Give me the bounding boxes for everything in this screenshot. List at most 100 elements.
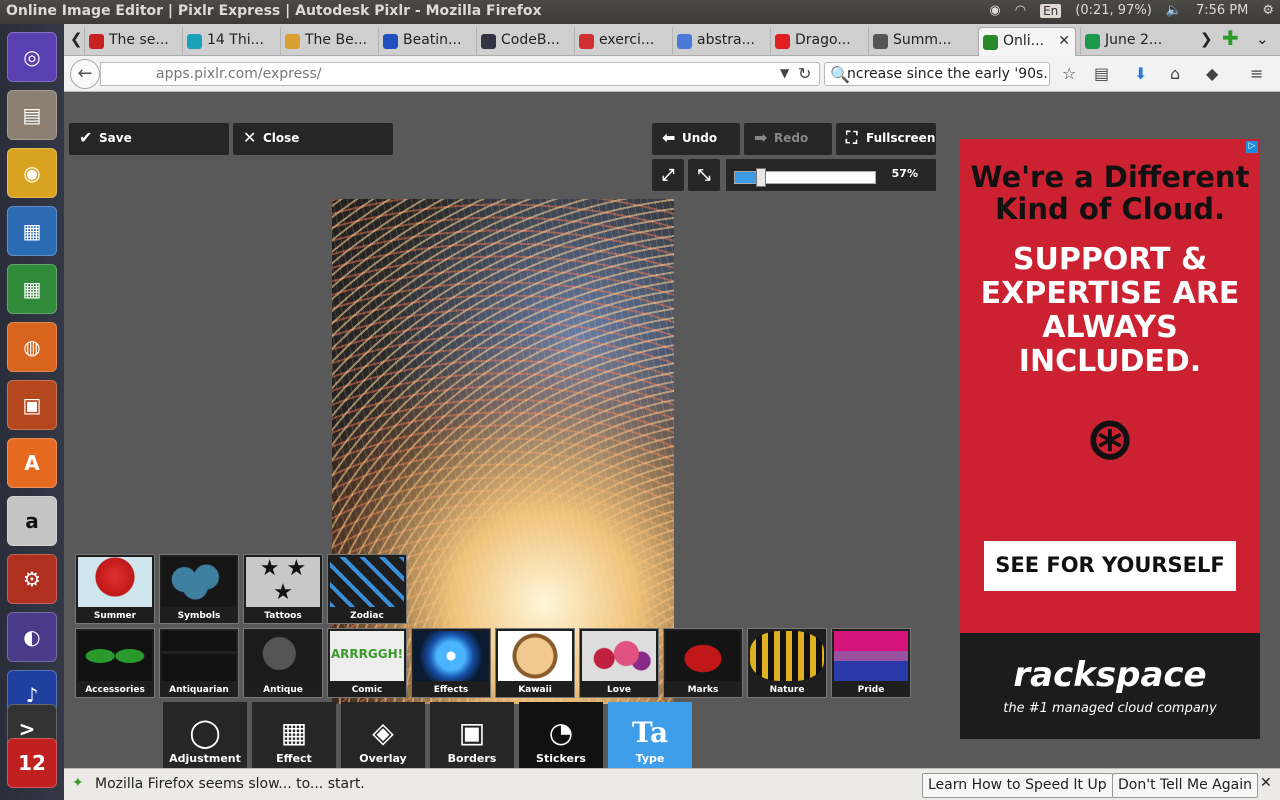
- zoom-slider[interactable]: [734, 168, 876, 187]
- back-button[interactable]: ←: [70, 59, 100, 89]
- sticker-category-antiquarian[interactable]: Antiquarian: [159, 628, 239, 698]
- sticker-category-symbols[interactable]: Symbols: [159, 554, 239, 624]
- tabs-scroll-left-icon[interactable]: ❮: [70, 30, 83, 48]
- tab-label: 14 Thi...: [207, 32, 264, 48]
- files-icon[interactable]: ▤: [7, 90, 57, 140]
- sticker-category-marks[interactable]: Marks: [663, 628, 743, 698]
- battery-indicator[interactable]: (0:21, 97%): [1075, 3, 1152, 18]
- keyboard-indicator[interactable]: En: [1040, 3, 1062, 18]
- firefox-icon[interactable]: ◍: [7, 322, 57, 372]
- sticker-category-effects[interactable]: Effects: [411, 628, 491, 698]
- tab-9[interactable]: Summ...: [868, 27, 966, 56]
- sticker-label: Antique: [263, 685, 303, 695]
- rackspace-advertisement[interactable]: ▷ We're a Different Kind of Cloud. SUPPO…: [960, 139, 1260, 739]
- home-icon[interactable]: ⌂: [1170, 64, 1180, 83]
- undo-button[interactable]: ⬅ Undo: [652, 123, 740, 155]
- url-dropdown-chevron-icon[interactable]: ▼: [780, 66, 789, 80]
- effects-burst-icon: [414, 631, 488, 681]
- amazon-icon[interactable]: a: [7, 496, 57, 546]
- ad-choices-icon[interactable]: ▷: [1246, 141, 1258, 153]
- reading-list-icon[interactable]: ▤: [1094, 64, 1109, 83]
- libreoffice-calc-icon[interactable]: ▦: [7, 264, 57, 314]
- zoom-percentage: 57%: [891, 167, 918, 180]
- tool-label: Borders: [447, 752, 497, 765]
- tab-favicon-icon: [775, 34, 790, 49]
- tab-4[interactable]: Beatin...: [378, 27, 476, 56]
- save-button[interactable]: ✔ Save: [69, 123, 229, 155]
- sticker-category-summer[interactable]: Summer: [75, 554, 155, 624]
- tab-list-chevron-down-icon[interactable]: ⌄: [1256, 30, 1269, 48]
- expand-icon: ⤢: [661, 165, 675, 184]
- system-settings-icon[interactable]: ⚙: [7, 554, 57, 604]
- tab-2[interactable]: 14 Thi...: [182, 27, 280, 56]
- settings-gear-icon[interactable]: ⚙: [1262, 3, 1274, 18]
- tab-favicon-icon: [89, 34, 104, 49]
- tab-favicon-icon: [579, 34, 594, 49]
- tab-8[interactable]: Drago...: [770, 27, 868, 56]
- clock[interactable]: 7:56 PM: [1196, 3, 1248, 18]
- sticker-label: Antiquarian: [169, 685, 229, 695]
- sticker-category-pride[interactable]: Pride: [831, 628, 911, 698]
- url-bar[interactable]: apps.pixlr.com/express/: [100, 62, 820, 86]
- eclipse-icon[interactable]: ◐: [7, 612, 57, 662]
- tab-1[interactable]: The se...: [84, 27, 182, 56]
- tab-strip: ❮ The se... 14 Thi... The Be... Beatin..…: [64, 24, 1280, 56]
- antiquarian-biplane-icon: [162, 631, 236, 681]
- sticker-category-zodiac[interactable]: Zodiac: [327, 554, 407, 624]
- accessories-sunglasses-icon: [78, 631, 152, 681]
- volume-icon[interactable]: 🔈: [1166, 3, 1182, 18]
- see-for-yourself-button[interactable]: SEE FOR YOURSELF: [984, 541, 1236, 591]
- close-notification-icon[interactable]: ✕: [1260, 775, 1272, 791]
- dont-tell-again-button[interactable]: Don't Tell Me Again: [1112, 773, 1258, 798]
- sticker-category-accessories[interactable]: Accessories: [75, 628, 155, 698]
- tool-label: Stickers: [536, 752, 586, 765]
- downloads-icon[interactable]: ⬇: [1134, 64, 1147, 83]
- tattoos-stars-icon: ★ ★ ★: [246, 557, 320, 607]
- tab-3[interactable]: The Be...: [280, 27, 378, 56]
- close-tab-icon[interactable]: ✕: [1058, 33, 1070, 49]
- new-tab-plus-icon[interactable]: ✚: [1222, 26, 1239, 50]
- sticker-category-love[interactable]: Love: [579, 628, 659, 698]
- tab-favicon-icon: [187, 34, 202, 49]
- tab-10-active[interactable]: Onli... ✕: [978, 27, 1076, 56]
- tab-6[interactable]: exerci...: [574, 27, 672, 56]
- tool-label: Adjustment: [169, 752, 241, 765]
- tool-label: Effect: [276, 752, 312, 765]
- tab-favicon-icon: [677, 34, 692, 49]
- summer-bucket-icon: [78, 557, 152, 607]
- fit-to-screen-button[interactable]: ⤢: [652, 159, 684, 191]
- software-center-icon[interactable]: A: [7, 438, 57, 488]
- libreoffice-impress-icon[interactable]: ▣: [7, 380, 57, 430]
- wifi-icon[interactable]: ◠: [1015, 3, 1026, 18]
- menu-hamburger-icon[interactable]: ≡: [1250, 64, 1263, 83]
- zoom-slider-thumb[interactable]: [756, 168, 767, 187]
- sticker-category-antique[interactable]: Antique: [243, 628, 323, 698]
- chrome-indicator-icon[interactable]: ◉: [989, 3, 1000, 18]
- close-button[interactable]: ✕ Close: [233, 123, 393, 155]
- reload-icon[interactable]: ↻: [798, 64, 811, 83]
- tab-5[interactable]: CodeB...: [476, 27, 574, 56]
- pride-flag-icon: [834, 631, 908, 681]
- libreoffice-writer-icon[interactable]: ▦: [7, 206, 57, 256]
- sticker-category-kawaii[interactable]: Kawaii: [495, 628, 575, 698]
- chat-icon[interactable]: ◆: [1206, 64, 1218, 83]
- ubuntu-dash-icon[interactable]: ◎: [7, 32, 57, 82]
- sticker-label: Pride: [857, 685, 885, 695]
- actual-size-button[interactable]: ⤡: [688, 159, 720, 191]
- chrome-icon[interactable]: ◉: [7, 148, 57, 198]
- tab-favicon-icon: [873, 34, 888, 49]
- sticker-category-nature[interactable]: Nature: [747, 628, 827, 698]
- learn-speed-up-button[interactable]: Learn How to Speed It Up: [922, 773, 1113, 798]
- sticker-category-comic[interactable]: ARRRGGH! Comic: [327, 628, 407, 698]
- search-box[interactable]: ncrease since the early '90s.: [824, 62, 1050, 86]
- tab-11[interactable]: June 2...: [1080, 27, 1178, 56]
- sticker-category-tattoos[interactable]: ★ ★ ★ Tattoos: [243, 554, 323, 624]
- bookmark-star-icon[interactable]: ☆: [1062, 64, 1076, 83]
- pixlr-icon[interactable]: 12: [7, 738, 57, 788]
- tab-favicon-icon: [383, 34, 398, 49]
- type-text-icon: Ta: [631, 716, 669, 749]
- tabs-scroll-right-icon[interactable]: ❯: [1200, 30, 1213, 48]
- redo-button[interactable]: ➡ Redo: [744, 123, 832, 155]
- fullscreen-button[interactable]: ⛶ Fullscreen: [836, 123, 936, 155]
- tab-7[interactable]: abstra...: [672, 27, 770, 56]
